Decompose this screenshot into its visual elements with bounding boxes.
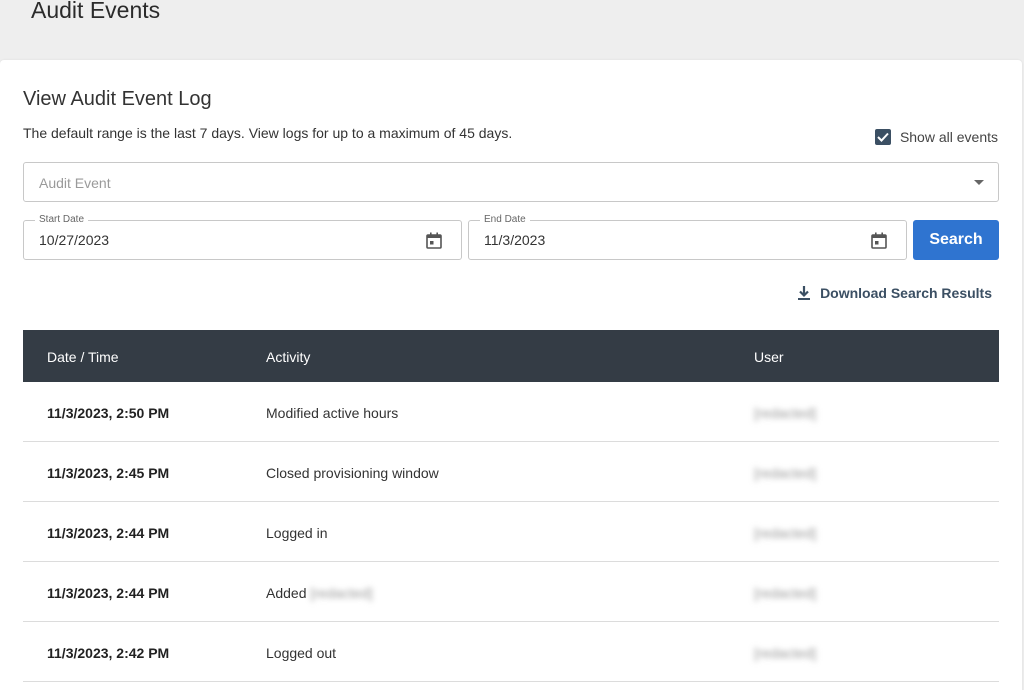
audit-events-table: Date / Time Activity User 11/3/2023, 2:5… — [23, 330, 999, 682]
end-date-value[interactable]: 11/3/2023 — [484, 232, 545, 248]
row-user-redacted: [redacted] — [754, 645, 816, 661]
calendar-icon[interactable] — [871, 232, 887, 249]
start-date-label: Start Date — [35, 214, 89, 225]
table-row: 11/3/2023, 2:42 PM Logged out [redacted] — [23, 622, 999, 682]
redacted-user: [redacted] — [754, 405, 817, 421]
audit-log-card: View Audit Event Log The default range i… — [0, 60, 1022, 690]
redacted-activity-target: [redacted] — [310, 585, 373, 601]
table-row: 11/3/2023, 2:44 PM Added [redacted] [red… — [23, 562, 999, 622]
download-results-link[interactable]: Download Search Results — [797, 285, 992, 301]
start-date-field[interactable]: Start Date 10/27/2023 — [23, 214, 462, 260]
audit-event-select[interactable]: Audit Event — [23, 162, 999, 202]
card-title: View Audit Event Log — [23, 88, 212, 110]
redacted-user: [redacted] — [754, 525, 817, 541]
calendar-icon[interactable] — [426, 232, 442, 249]
show-all-label: Show all events — [899, 129, 998, 145]
row-user-redacted: [redacted] — [754, 405, 816, 421]
show-all-checkbox[interactable] — [874, 129, 891, 145]
row-activity: Added [redacted] — [266, 585, 373, 601]
row-datetime: 11/3/2023, 2:44 PM — [47, 585, 170, 601]
search-button[interactable]: Search — [913, 220, 999, 260]
audit-event-placeholder: Audit Event — [39, 175, 111, 191]
page-header: Audit Events — [0, 0, 1024, 60]
check-icon — [877, 132, 889, 142]
row-activity: Modified active hours — [266, 405, 399, 421]
table-header: Date / Time Activity User — [23, 330, 999, 382]
row-user-redacted: [redacted] — [754, 465, 816, 481]
activity-text: Added — [266, 585, 307, 601]
row-activity: Logged out — [266, 645, 337, 661]
download-icon — [798, 286, 811, 300]
show-all-events-toggle[interactable]: Show all events — [874, 129, 998, 145]
table-row: 11/3/2023, 2:45 PM Closed provisioning w… — [23, 442, 999, 502]
row-activity: Logged in — [266, 525, 328, 541]
row-datetime: 11/3/2023, 2:44 PM — [47, 525, 170, 541]
row-datetime: 11/3/2023, 2:42 PM — [47, 645, 170, 661]
end-date-field[interactable]: End Date 11/3/2023 — [468, 214, 907, 260]
redacted-user: [redacted] — [754, 645, 817, 661]
row-datetime: 11/3/2023, 2:45 PM — [47, 465, 170, 481]
dropdown-arrow-icon — [974, 180, 984, 185]
row-activity: Closed provisioning window — [266, 465, 439, 481]
page-title: Audit Events — [31, 0, 161, 23]
column-header-user[interactable]: User — [754, 349, 784, 365]
table-row: 11/3/2023, 2:44 PM Logged in [redacted] — [23, 502, 999, 562]
download-label: Download Search Results — [820, 285, 992, 301]
redacted-user: [redacted] — [754, 465, 817, 481]
table-row: 11/3/2023, 2:50 PM Modified active hours… — [23, 382, 999, 442]
range-description: The default range is the last 7 days. Vi… — [23, 125, 513, 141]
column-header-datetime[interactable]: Date / Time — [47, 349, 119, 365]
row-user-redacted: [redacted] — [754, 525, 816, 541]
end-date-label: End Date — [480, 214, 530, 225]
redacted-user: [redacted] — [754, 585, 817, 601]
row-datetime: 11/3/2023, 2:50 PM — [47, 405, 170, 421]
column-header-activity[interactable]: Activity — [266, 349, 310, 365]
row-user-redacted: [redacted] — [754, 585, 816, 601]
start-date-value[interactable]: 10/27/2023 — [39, 232, 109, 248]
